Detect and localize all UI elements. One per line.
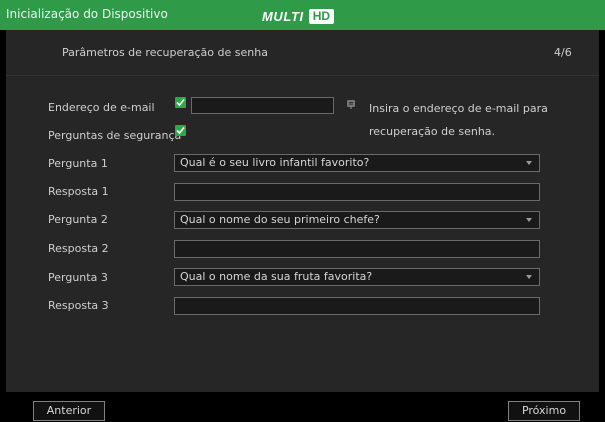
question-3-value: Qual o nome da sua fruta favorita?	[180, 270, 373, 283]
email-checkbox[interactable]	[175, 97, 186, 108]
check-icon	[176, 98, 185, 107]
answer-2-label: Resposta 2	[48, 242, 109, 255]
security-questions-checkbox[interactable]	[175, 125, 186, 136]
email-hint: Insira o endereço de e-mail para recuper…	[369, 102, 548, 138]
answer-3-field[interactable]	[174, 297, 540, 315]
security-questions-label: Perguntas de segurança	[48, 129, 182, 142]
question-2-select[interactable]: Qual o nome do seu primeiro chefe?	[174, 211, 540, 229]
section-title: Parâmetros de recuperação de senha	[62, 46, 268, 59]
info-icon	[347, 100, 355, 109]
question-3-label: Pergunta 3	[48, 271, 108, 284]
answer-2-field[interactable]	[174, 240, 540, 258]
step-indicator: 4/6	[554, 46, 572, 59]
chevron-down-icon	[526, 275, 532, 279]
window-title: Inicialização do Dispositivo	[6, 7, 168, 21]
question-2-value: Qual o nome do seu primeiro chefe?	[180, 213, 380, 226]
logo-badge: HD	[308, 8, 335, 24]
answer-3-label: Resposta 3	[48, 299, 109, 312]
email-field[interactable]	[191, 97, 334, 114]
answer-1-field[interactable]	[174, 183, 540, 201]
question-1-value: Qual é o seu livro infantil favorito?	[180, 156, 370, 169]
chevron-down-icon	[526, 161, 532, 165]
title-bar: Inicialização do Dispositivo MULTI HD	[0, 0, 605, 30]
brand-logo: MULTI HD	[262, 8, 335, 24]
question-1-label: Pergunta 1	[48, 157, 108, 170]
answer-1-label: Resposta 1	[48, 185, 109, 198]
logo-word: MULTI	[262, 8, 304, 24]
chevron-down-icon	[526, 218, 532, 222]
next-button[interactable]: Próximo	[508, 401, 580, 421]
email-label: Endereço de e-mail	[48, 101, 155, 114]
back-button[interactable]: Anterior	[33, 401, 105, 421]
question-1-select[interactable]: Qual é o seu livro infantil favorito?	[174, 154, 540, 172]
question-3-select[interactable]: Qual o nome da sua fruta favorita?	[174, 268, 540, 286]
question-2-label: Pergunta 2	[48, 213, 108, 226]
check-icon	[176, 126, 185, 135]
